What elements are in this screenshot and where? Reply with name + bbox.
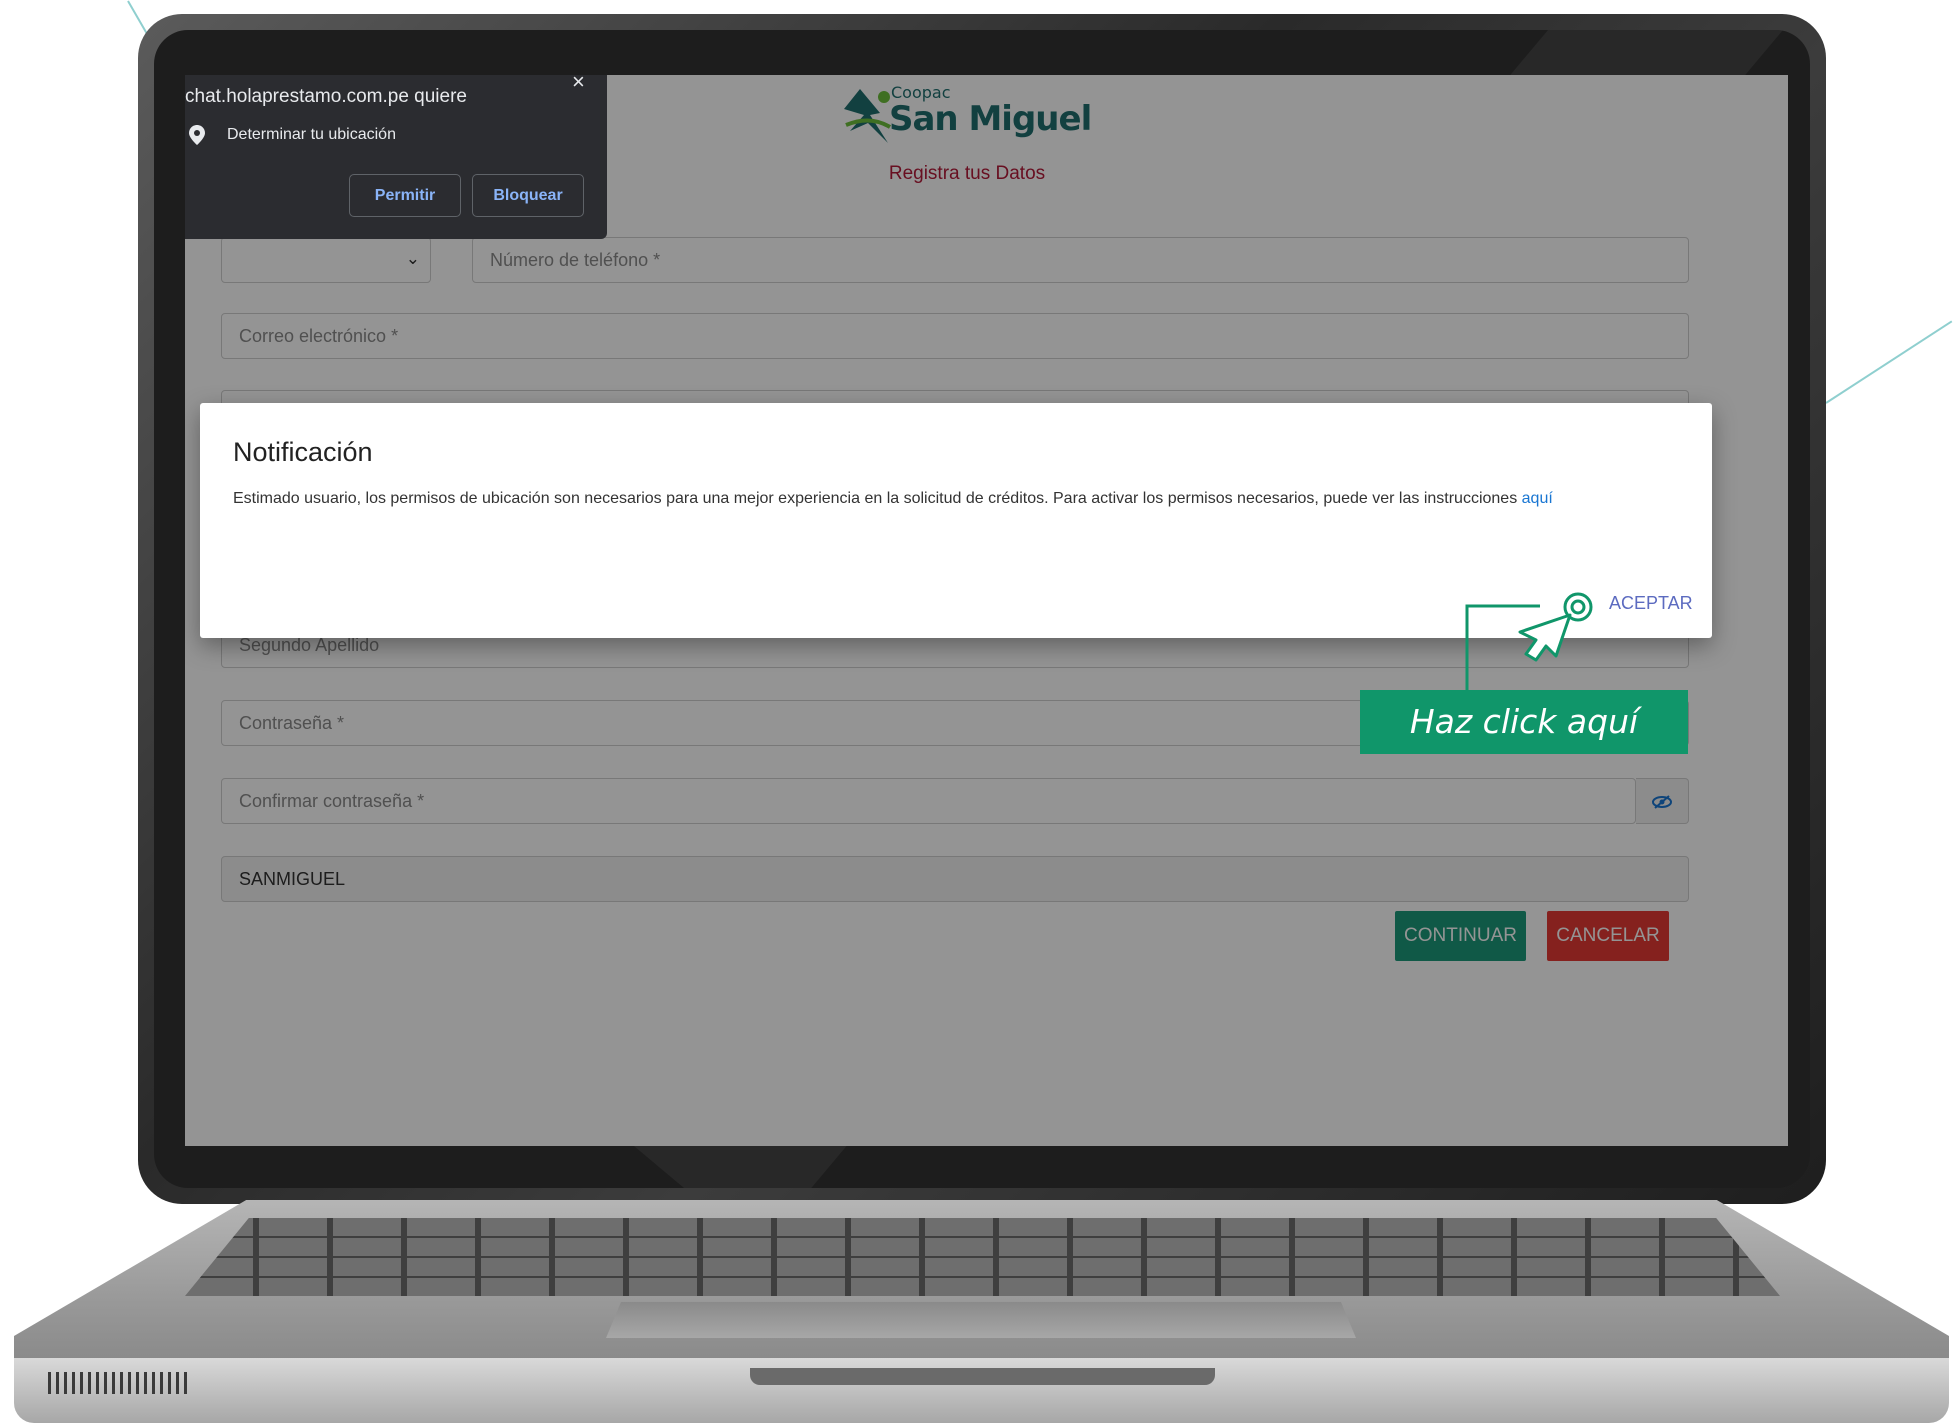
close-icon[interactable]: × <box>572 75 585 95</box>
accept-button[interactable]: ACEPTAR <box>1609 593 1693 614</box>
laptop-trackpad <box>606 1302 1356 1338</box>
browser-viewport: Coopac San Miguel Registra tus Datos ⌄ N… <box>185 75 1788 1146</box>
block-button[interactable]: Bloquear <box>472 174 584 217</box>
laptop-vents <box>48 1372 188 1394</box>
laptop-keyboard <box>185 1218 1780 1296</box>
allow-button[interactable]: Permitir <box>349 174 461 217</box>
notification-dialog: Notificación Estimado usuario, los permi… <box>200 403 1712 638</box>
callout-text: Haz click aquí <box>1409 702 1639 741</box>
location-pin-icon <box>189 125 205 145</box>
instructions-link[interactable]: aquí <box>1522 490 1553 507</box>
click-here-callout: Haz click aquí <box>1360 690 1688 754</box>
prompt-site-text: chat.holaprestamo.com.pe quiere <box>185 86 467 107</box>
prompt-permission-text: Determinar tu ubicación <box>227 126 396 143</box>
dialog-body-text: Estimado usuario, los permisos de ubicac… <box>233 490 1522 507</box>
dialog-title: Notificación <box>233 437 373 467</box>
location-permission-prompt: chat.holaprestamo.com.pe quiere × Determ… <box>185 75 607 239</box>
laptop-notch <box>750 1368 1215 1385</box>
decorative-line-right <box>1825 320 1953 404</box>
dialog-body: Estimado usuario, los permisos de ubicac… <box>233 486 1633 512</box>
